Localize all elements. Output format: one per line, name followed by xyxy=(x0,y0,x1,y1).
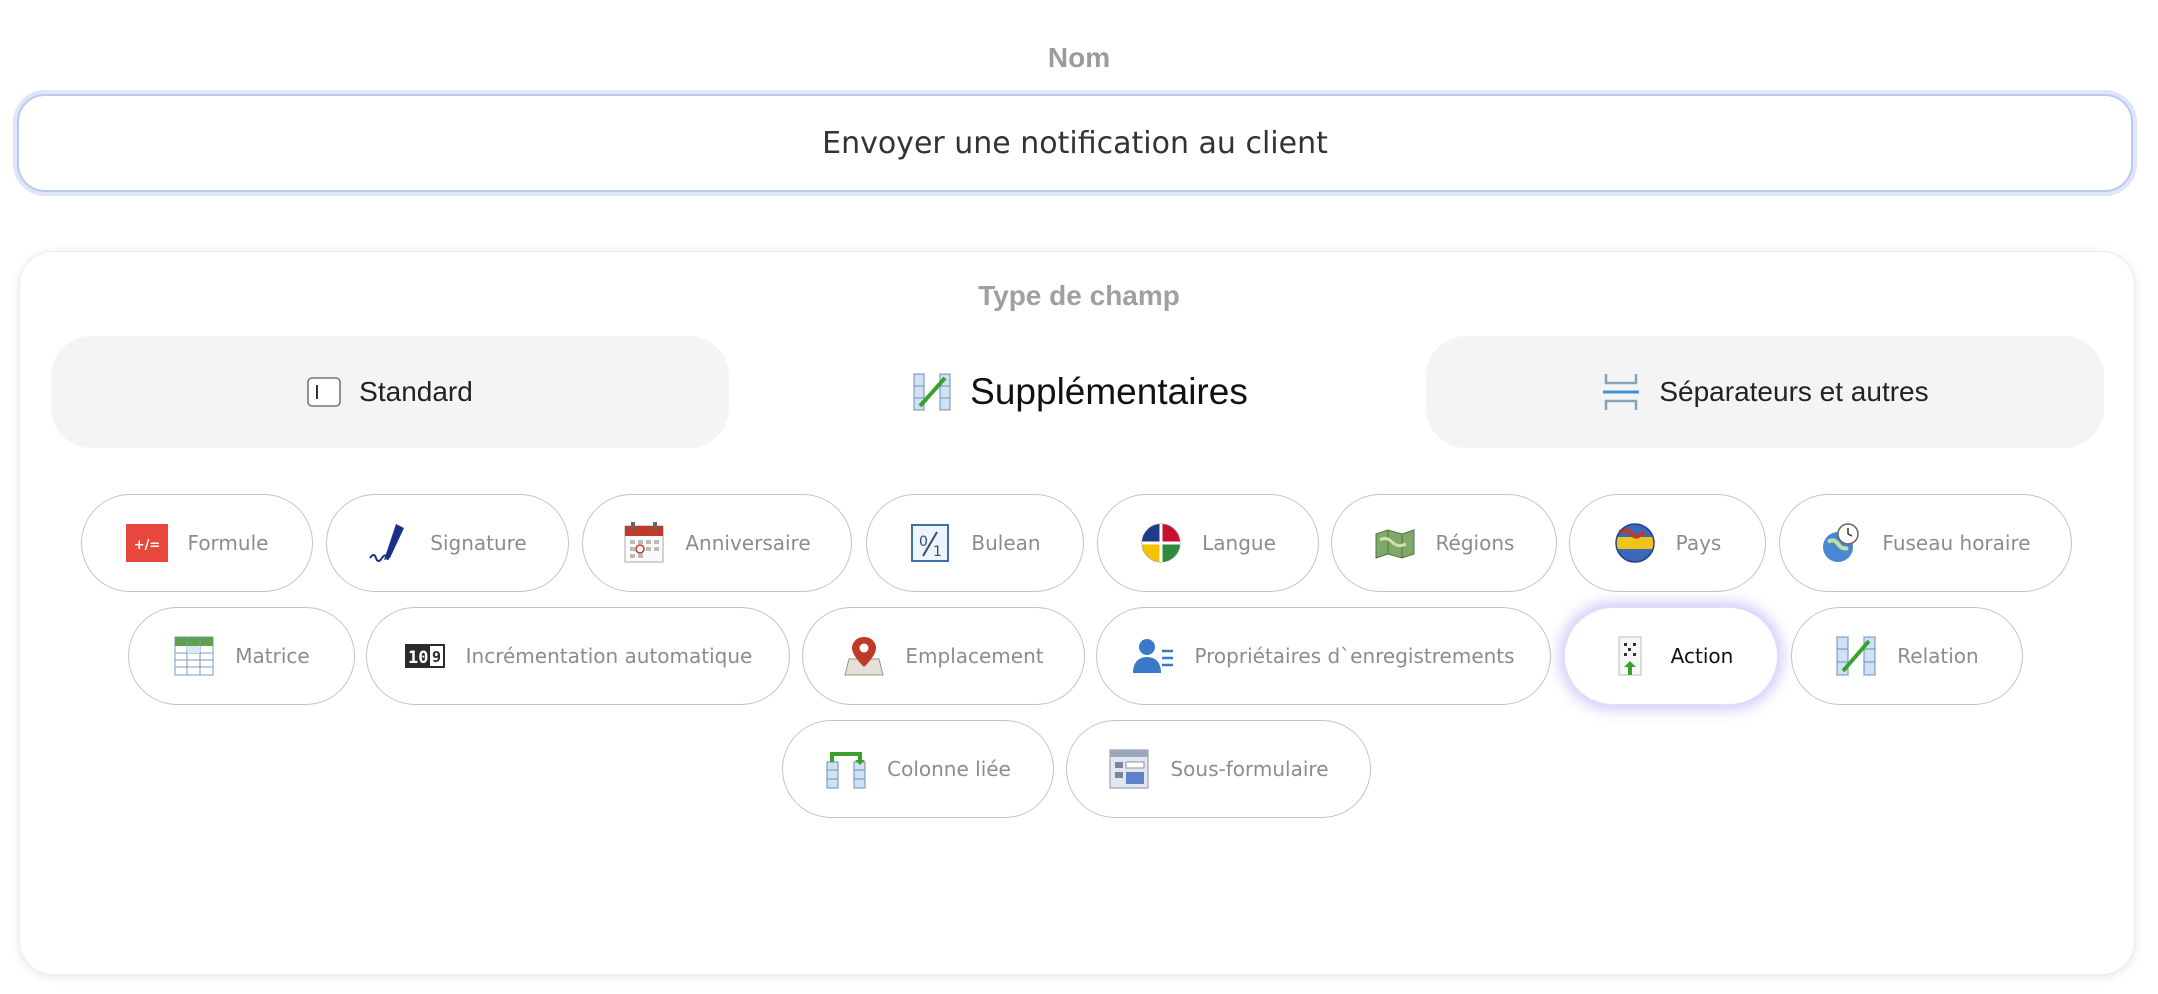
country-globe-icon xyxy=(1614,522,1656,564)
type-langue-label: Langue xyxy=(1202,531,1276,555)
type-pays-button[interactable]: Pays xyxy=(1569,494,1766,592)
type-fuseau-horaire-button[interactable]: Fuseau horaire xyxy=(1779,494,2072,592)
boolean-icon: 01 xyxy=(909,522,951,564)
name-label: Nom xyxy=(1047,42,1111,73)
formula-icon: +/= xyxy=(125,522,168,564)
type-anniversaire-label: Anniversaire xyxy=(685,531,811,555)
type-bulean-label: Bulean xyxy=(971,531,1041,555)
linked-column-icon xyxy=(825,748,867,790)
tab-separateurs-label: Séparateurs et autres xyxy=(1659,376,1929,407)
type-formule-button[interactable]: +/= Formule xyxy=(81,494,313,592)
tab-standard-label: Standard xyxy=(359,376,473,407)
signature-pen-icon xyxy=(368,522,410,564)
relation-chart-icon xyxy=(912,372,952,412)
svg-text:9: 9 xyxy=(432,648,441,666)
subform-icon xyxy=(1108,748,1150,790)
type-incrementation-label: Incrémentation automatique xyxy=(465,644,753,668)
svg-text:10: 10 xyxy=(408,648,428,668)
matrix-table-icon xyxy=(173,635,215,677)
calendar-icon xyxy=(623,522,665,564)
action-icon xyxy=(1609,635,1651,677)
type-emplacement-button[interactable]: Emplacement xyxy=(802,607,1085,705)
type-sous-formulaire-button[interactable]: Sous-formulaire xyxy=(1066,720,1371,818)
type-proprietaires-label: Propriétaires d`enregistrements xyxy=(1194,644,1515,668)
text-field-icon xyxy=(307,377,341,407)
timezone-globe-icon xyxy=(1820,522,1862,564)
tab-supplementaires[interactable]: Supplémentaires xyxy=(900,336,1260,448)
type-proprietaires-button[interactable]: Propriétaires d`enregistrements xyxy=(1096,607,1551,705)
type-relation-button[interactable]: Relation xyxy=(1791,607,2023,705)
type-sous-formulaire-label: Sous-formulaire xyxy=(1170,757,1329,781)
separator-icon xyxy=(1601,371,1641,413)
type-matrice-label: Matrice xyxy=(235,644,310,668)
location-pin-icon xyxy=(843,635,885,677)
type-action-button[interactable]: Action xyxy=(1564,607,1778,705)
tab-standard[interactable]: Standard xyxy=(51,336,729,448)
type-matrice-button[interactable]: Matrice xyxy=(128,607,355,705)
svg-text:0: 0 xyxy=(919,534,928,550)
type-bulean-button[interactable]: 01 Bulean xyxy=(866,494,1084,592)
field-type-title: Type de champ xyxy=(978,280,1180,311)
type-langue-button[interactable]: Langue xyxy=(1097,494,1319,592)
name-input[interactable] xyxy=(17,94,2133,192)
relation-icon xyxy=(1835,635,1877,677)
type-signature-label: Signature xyxy=(430,531,527,555)
language-flags-icon xyxy=(1140,522,1182,564)
type-incrementation-button[interactable]: 10 9 Incrémentation automatique xyxy=(366,607,790,705)
type-regions-label: Régions xyxy=(1435,531,1515,555)
type-formule-label: Formule xyxy=(187,531,269,555)
type-signature-button[interactable]: Signature xyxy=(326,494,569,592)
tab-supplementaires-label: Supplémentaires xyxy=(970,371,1248,412)
svg-text:1: 1 xyxy=(933,544,942,560)
counter-icon: 10 9 xyxy=(404,635,446,677)
type-fuseau-horaire-label: Fuseau horaire xyxy=(1882,531,2031,555)
type-emplacement-label: Emplacement xyxy=(905,644,1044,668)
tab-separateurs[interactable]: Séparateurs et autres xyxy=(1426,336,2104,448)
svg-text:+/=: +/= xyxy=(133,538,160,553)
type-colonne-liee-label: Colonne liée xyxy=(887,757,1011,781)
type-colonne-liee-button[interactable]: Colonne liée xyxy=(782,720,1054,818)
regions-map-icon xyxy=(1374,522,1416,564)
type-action-label: Action xyxy=(1670,644,1734,668)
type-pays-label: Pays xyxy=(1675,531,1722,555)
type-anniversaire-button[interactable]: Anniversaire xyxy=(582,494,852,592)
type-relation-label: Relation xyxy=(1897,644,1979,668)
type-regions-button[interactable]: Régions xyxy=(1331,494,1557,592)
owner-user-icon xyxy=(1132,635,1174,677)
